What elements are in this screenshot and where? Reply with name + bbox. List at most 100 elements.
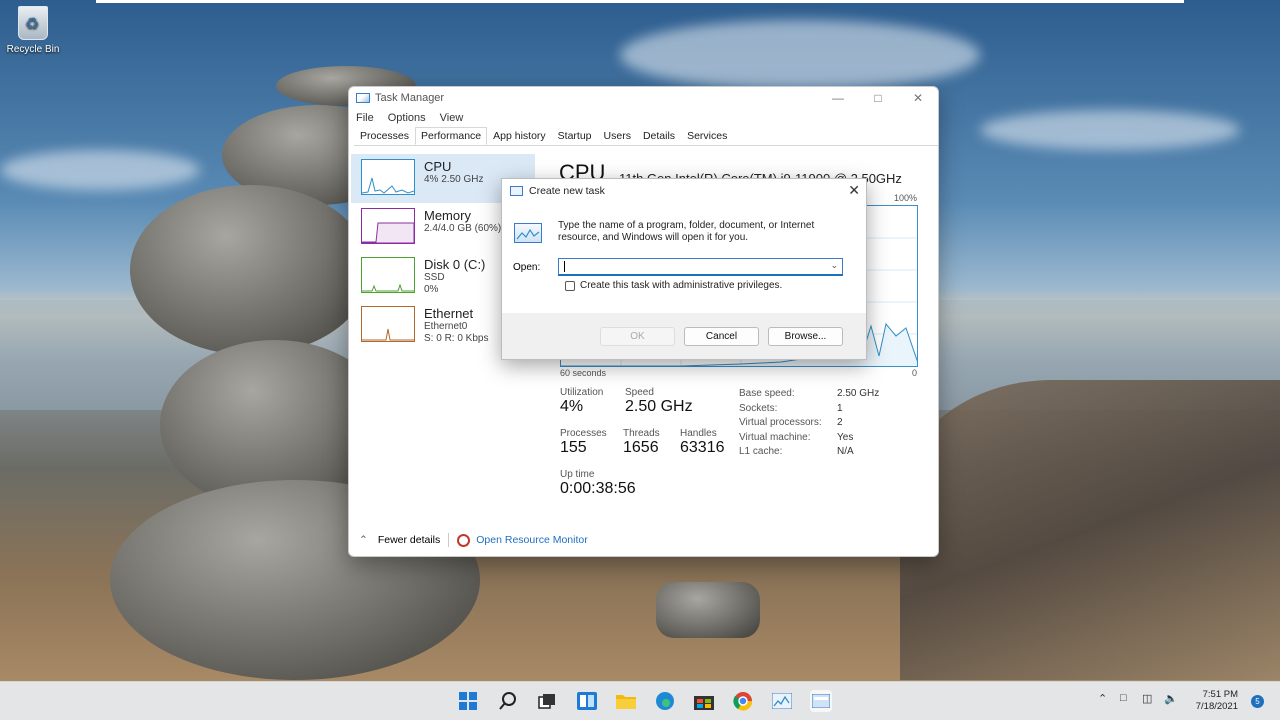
menu-options[interactable]: Options (388, 112, 426, 124)
chevron-up-icon[interactable]: ⌃ (359, 534, 368, 546)
footer-divider (448, 533, 450, 547)
resource-name: Memory (424, 208, 471, 223)
tab-details[interactable]: Details (637, 127, 681, 145)
close-icon[interactable]: ✕ (898, 87, 938, 109)
dialog-title: Create new task (529, 185, 605, 197)
admin-checkbox[interactable] (565, 280, 575, 291)
cpu-details-list: Base speed: 2.50 GHz Sockets: 1 Virtual pr… (739, 387, 879, 460)
dialog-button-bar: OK Cancel Browse... (502, 313, 866, 359)
recycle-bin-icon (18, 6, 48, 40)
threads-label: Threads (623, 428, 660, 439)
detail-key: Sockets: (739, 402, 778, 414)
file-explorer-icon[interactable] (615, 690, 637, 712)
detail-key: L1 cache: (739, 446, 783, 457)
speed-value: 2.50 GHz (625, 398, 693, 415)
widgets-icon[interactable] (576, 690, 598, 712)
open-resource-monitor-link[interactable]: Open Resource Monitor (476, 534, 587, 546)
text-caret (564, 261, 565, 272)
resource-detail: SSD (424, 272, 445, 283)
notification-badge[interactable]: 5 (1251, 695, 1264, 708)
graph-time-label: 60 seconds (560, 368, 607, 378)
speed-label: Speed (625, 387, 654, 398)
taskbar: ⌃ □ ◫ 🔈 7:51 PM 7/18/2021 5 (0, 681, 1280, 720)
ethernet-thumbnail (361, 306, 415, 342)
start-icon[interactable] (457, 690, 479, 712)
detail-value: 1 (837, 402, 843, 414)
network-icon[interactable]: ◫ (1142, 692, 1152, 705)
tab-users[interactable]: Users (598, 127, 637, 145)
search-icon[interactable] (497, 690, 519, 712)
window-title: Task Manager (375, 92, 445, 104)
detail-value: Yes (837, 431, 854, 443)
processes-value: 155 (560, 439, 587, 456)
edge-icon[interactable] (654, 690, 676, 712)
detail-key: Virtual processors: (739, 417, 822, 428)
menu-file[interactable]: File (356, 112, 374, 124)
top-border (96, 0, 1184, 3)
admin-checkbox-label: Create this task with administrative pri… (580, 280, 783, 291)
run-taskbar-icon[interactable] (810, 690, 832, 712)
dialog-close-icon[interactable]: ✕ (848, 182, 860, 199)
volume-icon[interactable]: 🔈 (1164, 692, 1178, 705)
dialog-title-bar[interactable]: Create new task (502, 179, 866, 203)
open-label: Open: (513, 262, 541, 273)
task-manager-footer: ⌃ Fewer details Open Resource Monitor (349, 525, 938, 555)
handles-label: Handles (680, 428, 717, 439)
task-manager-taskbar-icon[interactable] (771, 690, 793, 712)
admin-checkbox-row[interactable]: Create this task with administrative pri… (565, 280, 782, 291)
resource-detail: 4% 2.50 GHz (424, 174, 484, 185)
uptime-value: 0:00:38:56 (560, 480, 636, 497)
resource-detail-2: 0% (424, 284, 439, 295)
tab-services[interactable]: Services (681, 127, 733, 145)
uptime-label: Up time (560, 469, 595, 480)
resource-monitor-icon (457, 533, 471, 547)
recycle-bin[interactable]: Recycle Bin (4, 6, 62, 55)
tab-startup[interactable]: Startup (552, 127, 598, 145)
tab-app-history[interactable]: App history (487, 127, 552, 145)
clock-time: 7:51 PM (1202, 689, 1238, 700)
graph-min-label: 0 (912, 368, 918, 378)
detail-value: N/A (837, 446, 854, 457)
clock-date: 7/18/2021 (1195, 701, 1238, 712)
resource-name: Disk 0 (C:) (424, 257, 486, 272)
tab-processes[interactable]: Processes (354, 127, 415, 145)
graph-max-label: 100% (893, 193, 917, 203)
detail-value: 2.50 GHz (837, 388, 880, 399)
clock[interactable]: 7:51 PM 7/18/2021 (1196, 689, 1238, 713)
dialog-app-icon (510, 186, 523, 196)
utilization-value: 4% (560, 398, 584, 415)
chrome-icon[interactable] (732, 690, 754, 712)
meet-now-icon[interactable]: □ (1120, 692, 1127, 704)
chevron-up-icon[interactable]: ⌃ (1098, 692, 1107, 705)
detail-key: Base speed: (739, 388, 795, 399)
disk-thumbnail (361, 257, 415, 293)
minimize-icon[interactable]: — (818, 87, 858, 109)
ok-button[interactable]: OK (600, 327, 675, 346)
resource-detail: 2.4/4.0 GB (60%) (424, 223, 502, 234)
processes-label: Processes (560, 428, 607, 439)
resource-detail-2: S: 0 R: 0 Kbps (424, 333, 489, 344)
resource-name: Ethernet (424, 306, 474, 321)
memory-thumbnail (361, 208, 415, 244)
tab-bar: Processes Performance App history Startu… (354, 127, 938, 146)
handles-value: 63316 (680, 439, 725, 456)
create-new-task-dialog: Create new task ✕ Type the name of a pro… (501, 178, 867, 360)
browse-button[interactable]: Browse... (768, 327, 843, 346)
maximize-icon[interactable]: □ (858, 87, 898, 109)
utilization-label: Utilization (560, 387, 604, 398)
tab-performance[interactable]: Performance (415, 127, 488, 145)
fewer-details-link[interactable]: Fewer details (378, 534, 440, 546)
resource-name: CPU (424, 159, 452, 174)
task-view-icon[interactable] (536, 690, 558, 712)
detail-key: Virtual machine: (739, 431, 811, 443)
task-manager-icon (356, 93, 370, 103)
menu-view[interactable]: View (440, 112, 464, 124)
cpu-thumbnail (361, 159, 415, 195)
chevron-down-icon[interactable]: ⌄ (830, 260, 838, 271)
menu-bar: File Options View (349, 109, 938, 127)
store-icon[interactable] (693, 690, 715, 712)
threads-value: 1656 (623, 439, 659, 456)
open-combobox[interactable]: ⌄ (558, 258, 843, 276)
cancel-button[interactable]: Cancel (684, 327, 759, 346)
resource-detail: Ethernet0 (424, 321, 468, 332)
